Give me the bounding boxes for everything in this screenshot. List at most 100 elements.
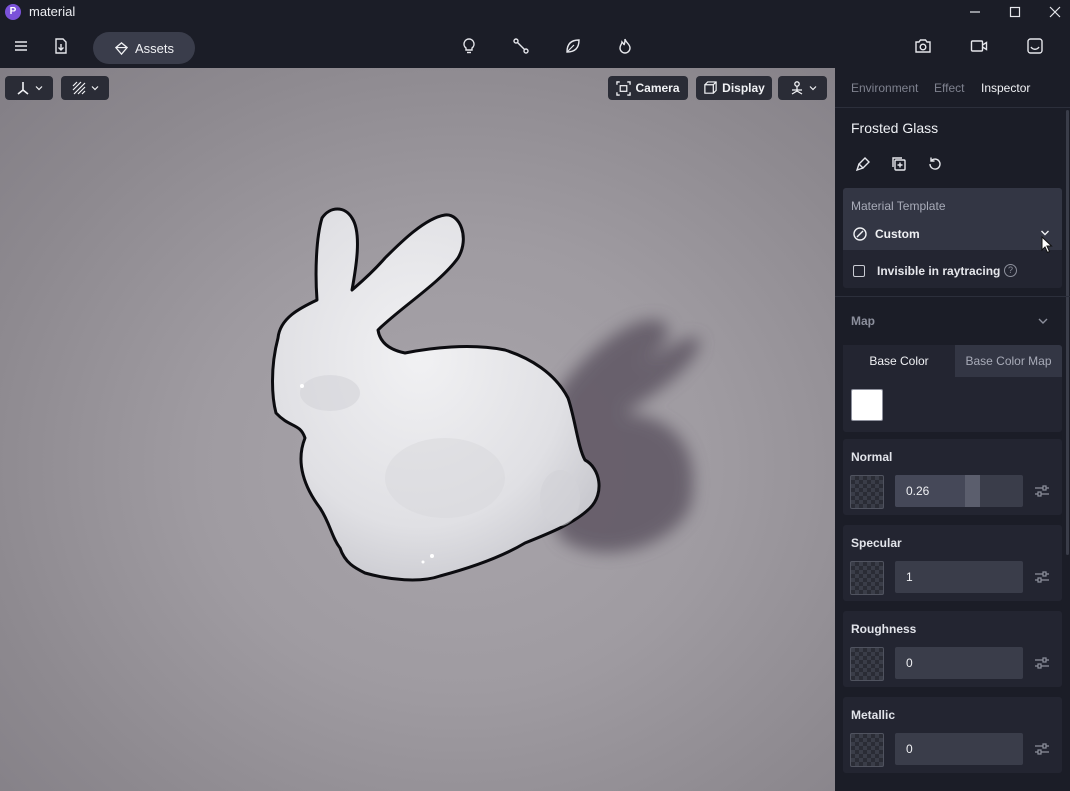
3d-viewport[interactable]: Camera Display [0, 68, 835, 791]
display-menu-button[interactable]: Display [696, 76, 772, 100]
camera-icon [915, 39, 931, 53]
normal-map-thumbnail[interactable] [850, 475, 884, 509]
material-name: Frosted Glass [851, 120, 939, 136]
paint-material-button[interactable] [851, 152, 875, 176]
normal-label: Normal [851, 450, 893, 464]
camera-frame-icon [616, 80, 632, 96]
chevron-down-icon [809, 86, 816, 91]
reset-material-button[interactable] [923, 152, 947, 176]
normal-value: 0.26 [906, 484, 930, 498]
map-section-header[interactable]: Map [851, 314, 875, 328]
adjust-sliders-icon[interactable] [1034, 655, 1050, 671]
hatch-pattern-icon [72, 81, 86, 95]
camera-label: Camera [635, 81, 680, 95]
close-button[interactable] [1035, 0, 1070, 24]
tab-environment[interactable]: Environment [851, 81, 918, 95]
video-camera-icon [970, 40, 988, 52]
path-nodes-icon [513, 38, 529, 54]
panel-scrollbar[interactable] [1066, 110, 1069, 555]
toggle-panel-button[interactable] [1023, 34, 1047, 58]
inspector-panel: Environment Effect Inspector Frosted Gla… [835, 68, 1070, 791]
normal-property: Normal 0.26 [843, 439, 1062, 515]
invisible-raytracing-checkbox[interactable] [853, 265, 865, 277]
specular-property: Specular 1 [843, 525, 1062, 601]
export-button[interactable] [49, 34, 73, 58]
panel-tab-bar: Environment Effect Inspector [835, 68, 1070, 108]
base-color-swatch[interactable] [851, 389, 883, 421]
duplicate-material-button[interactable] [887, 152, 911, 176]
minimize-icon [970, 11, 980, 13]
maximize-icon [1009, 6, 1021, 18]
specular-input[interactable]: 1 [895, 561, 1023, 593]
chevron-down-icon[interactable] [1037, 315, 1049, 327]
material-template-value: Custom [875, 227, 920, 241]
specular-map-thumbnail[interactable] [850, 561, 884, 595]
render-style-dropdown[interactable] [61, 76, 109, 100]
lighting-button[interactable] [457, 34, 481, 58]
effects-button[interactable] [613, 34, 637, 58]
display-cube-icon [704, 80, 717, 94]
transform-mode-dropdown[interactable] [5, 76, 53, 100]
leaf-icon [566, 39, 580, 53]
adjust-sliders-icon[interactable] [1034, 483, 1050, 499]
bunny-model[interactable] [271, 207, 601, 582]
scene-render [271, 207, 700, 582]
tab-inspector[interactable]: Inspector [981, 81, 1030, 95]
object-transform-icon [791, 81, 802, 95]
screenshot-button[interactable] [911, 34, 935, 58]
tab-base-color-map[interactable]: Base Color Map [955, 345, 1062, 377]
normal-slider-handle[interactable] [965, 475, 980, 507]
duplicate-icon [892, 157, 906, 171]
metallic-input[interactable]: 0 [895, 733, 1023, 765]
nature-button[interactable] [561, 34, 585, 58]
app-logo: P [5, 4, 21, 20]
paintbrush-icon [855, 157, 870, 172]
normal-slider[interactable]: 0.26 [895, 475, 1023, 507]
metallic-label: Metallic [851, 708, 896, 722]
file-export-icon [55, 38, 67, 54]
assets-label: Assets [134, 40, 174, 56]
adjust-sliders-icon[interactable] [1034, 569, 1050, 585]
lightbulb-icon [463, 38, 475, 54]
tab-effect[interactable]: Effect [934, 81, 964, 95]
path-button[interactable] [509, 34, 533, 58]
tab-base-color[interactable]: Base Color [843, 345, 955, 377]
object-mode-dropdown[interactable] [778, 76, 827, 100]
axis-gizmo-icon [17, 82, 29, 95]
material-palette-icon [853, 227, 867, 241]
title-bar: P material [0, 0, 1070, 24]
chevron-down-icon [35, 86, 43, 91]
minimize-button[interactable] [955, 0, 995, 24]
assets-button[interactable]: Assets [93, 32, 195, 64]
reset-icon [929, 157, 941, 170]
section-divider [835, 296, 1070, 297]
panel-toggle-icon [1027, 38, 1043, 54]
record-video-button[interactable] [967, 34, 991, 58]
specular-value: 1 [906, 570, 913, 584]
maximize-button[interactable] [995, 0, 1035, 24]
invisible-raytracing-label: Invisible in raytracing [877, 264, 1001, 278]
help-icon[interactable]: ? [1004, 264, 1017, 277]
menu-button[interactable] [9, 34, 33, 58]
material-template-dropdown[interactable]: Material Template Custom [843, 188, 1062, 254]
metallic-value: 0 [906, 742, 913, 756]
adjust-sliders-icon[interactable] [1034, 741, 1050, 757]
material-template-label: Material Template [851, 199, 946, 213]
metallic-property: Metallic 0 [843, 697, 1062, 773]
camera-menu-button[interactable]: Camera [608, 76, 688, 100]
roughness-input[interactable]: 0 [895, 647, 1023, 679]
specular-label: Specular [851, 536, 902, 550]
flame-icon [619, 38, 631, 54]
mouse-cursor-icon [1041, 236, 1053, 254]
main-toolbar: Assets [0, 24, 1070, 68]
material-template-section: Material Template Custom Invisible in ra… [843, 188, 1062, 288]
roughness-map-thumbnail[interactable] [850, 647, 884, 681]
roughness-value: 0 [906, 656, 913, 670]
close-icon [1049, 6, 1061, 18]
metallic-map-thumbnail[interactable] [850, 733, 884, 767]
chevron-down-icon [91, 86, 99, 91]
roughness-label: Roughness [851, 622, 917, 636]
window-title: material [29, 4, 76, 19]
display-label: Display [722, 81, 765, 95]
assets-icon [114, 41, 129, 55]
